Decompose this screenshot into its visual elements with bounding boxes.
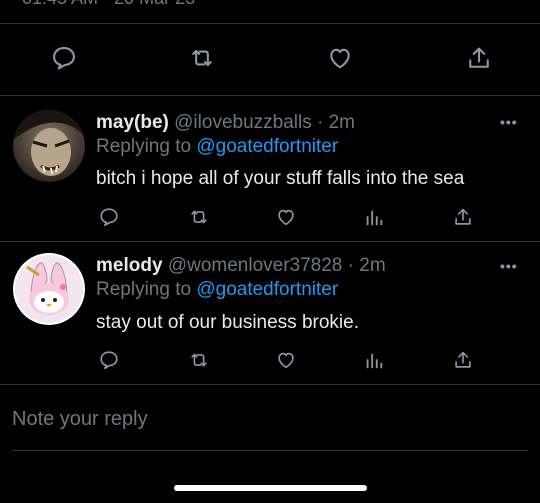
reply-text: stay out of our business brokie.	[96, 312, 359, 333]
retweet-button[interactable]	[186, 204, 212, 230]
replying-to-handle[interactable]: @goatedfortniter	[196, 279, 338, 300]
home-indicator[interactable]	[174, 485, 367, 491]
handle[interactable]: @ilovebuzzballs	[174, 112, 312, 133]
replying-to: Replying to @goatedfortniter	[96, 279, 338, 301]
display-name[interactable]: may(be)	[96, 112, 169, 133]
retweet-button[interactable]	[186, 347, 212, 373]
main-retweet-button[interactable]	[185, 41, 219, 75]
display-name[interactable]: melody	[96, 255, 163, 276]
avatar-image-icon	[13, 253, 85, 325]
replying-to-label: Replying to	[96, 279, 192, 300]
share-icon	[455, 208, 471, 225]
reply-button[interactable]	[96, 204, 122, 230]
replying-to-handle[interactable]: @goatedfortniter	[196, 136, 338, 157]
retweet-icon	[191, 210, 207, 224]
reply-header: may(be) @ilovebuzzballs · 2m	[96, 112, 355, 134]
input-underline	[12, 450, 528, 451]
heart-icon	[278, 352, 294, 369]
retweet-icon	[192, 49, 212, 67]
avatar-image-icon	[13, 110, 85, 182]
reply-text: bitch i hope all of your stuff falls int…	[96, 168, 465, 189]
reply-header: melody @womenlover37828 · 2m	[96, 255, 386, 277]
share-button[interactable]	[450, 204, 476, 230]
share-icon	[469, 47, 489, 68]
reply-icon	[53, 47, 75, 70]
replying-to-label: Replying to	[96, 136, 192, 157]
divider	[0, 384, 540, 385]
heart-icon	[330, 48, 350, 69]
like-button[interactable]	[273, 204, 299, 230]
reply-icon	[100, 208, 118, 227]
like-button[interactable]	[273, 347, 299, 373]
main-share-button[interactable]	[462, 41, 496, 75]
more-options-button[interactable]: •••	[500, 258, 518, 274]
handle[interactable]: @womenlover37828	[168, 255, 343, 276]
replying-to: Replying to @goatedfortniter	[96, 136, 338, 158]
retweet-icon	[191, 353, 207, 367]
timestamp: · 2m	[347, 255, 386, 276]
main-like-button[interactable]	[323, 41, 357, 75]
avatar[interactable]	[13, 110, 85, 182]
views-chart-icon	[366, 210, 383, 226]
heart-icon	[278, 209, 294, 226]
reply-icon	[100, 351, 118, 370]
reply-input[interactable]	[12, 404, 512, 434]
divider	[0, 23, 540, 24]
divider	[0, 241, 540, 242]
main-tweet-timestamp: 01:45 AM · 20 Mar 23	[22, 0, 195, 9]
avatar[interactable]	[13, 253, 85, 325]
views-button[interactable]	[361, 204, 387, 230]
views-button[interactable]	[361, 347, 387, 373]
share-button[interactable]	[450, 347, 476, 373]
more-options-button[interactable]: •••	[500, 114, 518, 130]
views-chart-icon	[366, 353, 383, 369]
main-reply-button[interactable]	[47, 41, 81, 75]
share-icon	[455, 351, 471, 368]
reply-button[interactable]	[96, 347, 122, 373]
timestamp: · 2m	[317, 112, 355, 133]
divider	[0, 95, 540, 96]
